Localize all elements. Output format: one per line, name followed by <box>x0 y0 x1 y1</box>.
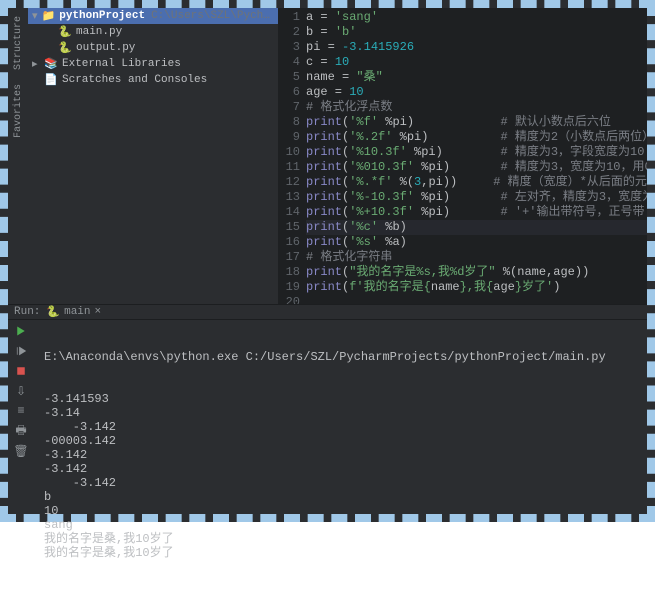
project-name: pythonProject <box>59 10 145 22</box>
code-line[interactable]: # 格式化浮点数 <box>306 100 647 115</box>
output-line: -3.142 <box>44 420 641 434</box>
code-body[interactable]: a = 'sang'b = 'b'pi = -3.1415926c = 10na… <box>306 8 647 304</box>
code-line[interactable]: name = "桑" <box>306 70 647 85</box>
output-line: -3.142 <box>44 448 641 462</box>
code-line[interactable]: print('%+10.3f' %pi) # '+'输出带符号，正号带'+'，负… <box>306 205 647 220</box>
output-line: -3.142 <box>44 462 641 476</box>
code-line[interactable]: print(f'我的名字是{name},我{age}岁了') <box>306 280 647 295</box>
file-label: output.py <box>76 42 135 54</box>
scratches[interactable]: 📄 Scratches and Consoles <box>28 72 278 88</box>
down-icon[interactable]: ⇩ <box>14 384 28 398</box>
python-file-icon: 🐍 <box>58 25 72 39</box>
output-line: b <box>44 490 641 504</box>
output-line: -3.142 <box>44 476 641 490</box>
file-label: main.py <box>76 26 122 38</box>
run-tab-label: main <box>64 306 90 318</box>
chevron-right-icon: ▸ <box>32 57 40 71</box>
code-line[interactable]: # 格式化字符串 <box>306 250 647 265</box>
layout-icon[interactable]: ≡ <box>14 404 28 418</box>
project-tree[interactable]: ▾ 📁 pythonProject C:\Users\SZL\PycharmPr… <box>28 8 278 304</box>
run-tab-bar: Run: 🐍 main × <box>8 305 647 320</box>
output-line: 我的名字是桑,我10岁了 <box>44 546 641 560</box>
code-line[interactable]: print('%-10.3f' %pi) # 左对齐，精度为3，宽度为10 <box>306 190 647 205</box>
output-line: 10 <box>44 504 641 518</box>
code-line[interactable]: print('%010.3f' %pi) # 精度为3，宽度为10，用0填充空白 <box>306 160 647 175</box>
run-panel: Run: 🐍 main × ⇩ ≡ 🖶 🗑 E:\Anaconda\envs\p… <box>8 304 647 514</box>
output-line: sang <box>44 518 641 532</box>
code-line[interactable]: a = 'sang' <box>306 10 647 25</box>
chevron-down-icon: ▾ <box>32 9 38 23</box>
close-icon[interactable]: × <box>95 306 102 318</box>
project-path: C:\Users\SZL\PycharmProjects\pythonPro <box>151 10 274 22</box>
line-gutter: 1234567891011121314151617181920 <box>278 8 306 304</box>
scratches-icon: 📄 <box>44 73 58 87</box>
code-line[interactable]: print('%c' %b) <box>306 220 647 235</box>
run-tab-main[interactable]: 🐍 main × <box>46 305 101 319</box>
python-icon: 🐍 <box>46 305 60 319</box>
code-line[interactable]: print("我的名字是%s,我%d岁了" %(name,age)) <box>306 265 647 280</box>
tree-label: External Libraries <box>62 58 181 70</box>
external-libraries[interactable]: ▸ 📚 External Libraries <box>28 56 278 72</box>
python-file-icon: 🐍 <box>58 41 72 55</box>
run-output[interactable]: E:\Anaconda\envs\python.exe C:/Users/SZL… <box>34 320 647 594</box>
rerun-button[interactable] <box>14 344 28 358</box>
code-line[interactable]: print('%s' %a) <box>306 235 647 250</box>
file-output[interactable]: 🐍 output.py <box>28 40 278 56</box>
code-line[interactable]: print('%10.3f' %pi) # 精度为3，字段宽度为10 <box>306 145 647 160</box>
code-line[interactable]: print('%f' %pi) # 默认小数点后六位 <box>306 115 647 130</box>
code-line[interactable]: age = 10 <box>306 85 647 100</box>
code-editor[interactable]: 1234567891011121314151617181920 a = 'san… <box>278 8 647 304</box>
library-icon: 📚 <box>44 57 58 71</box>
stop-button[interactable] <box>14 364 28 378</box>
folder-icon: 📁 <box>42 9 56 23</box>
run-button[interactable] <box>14 324 28 338</box>
output-line: -3.141593 <box>44 392 641 406</box>
run-command: E:\Anaconda\envs\python.exe C:/Users/SZL… <box>44 350 641 364</box>
left-tool-strip: Structure Favorites <box>8 8 28 304</box>
run-label: Run: <box>14 306 40 318</box>
output-line: 我的名字是桑,我10岁了 <box>44 532 641 546</box>
output-line: -00003.142 <box>44 434 641 448</box>
trash-icon[interactable]: 🗑 <box>14 444 28 458</box>
ide-window: Structure Favorites ▾ 📁 pythonProject C:… <box>0 0 655 522</box>
favorites-tab[interactable]: Favorites <box>12 80 25 142</box>
file-main[interactable]: 🐍 main.py <box>28 24 278 40</box>
print-icon[interactable]: 🖶 <box>14 424 28 438</box>
code-line[interactable]: b = 'b' <box>306 25 647 40</box>
tree-label: Scratches and Consoles <box>62 74 207 86</box>
code-line[interactable]: print('%.2f' %pi) # 精度为2（小数点后两位） <box>306 130 647 145</box>
output-line: -3.14 <box>44 406 641 420</box>
code-line[interactable]: c = 10 <box>306 55 647 70</box>
project-root[interactable]: ▾ 📁 pythonProject C:\Users\SZL\PycharmPr… <box>28 8 278 24</box>
run-toolbar: ⇩ ≡ 🖶 🗑 <box>8 320 34 594</box>
structure-tab[interactable]: Structure <box>12 12 25 74</box>
code-line[interactable]: print('%.*f' %(3,pi)) # 精度（宽度）*从后面的元组中读取 <box>306 175 647 190</box>
code-line[interactable]: pi = -3.1415926 <box>306 40 647 55</box>
